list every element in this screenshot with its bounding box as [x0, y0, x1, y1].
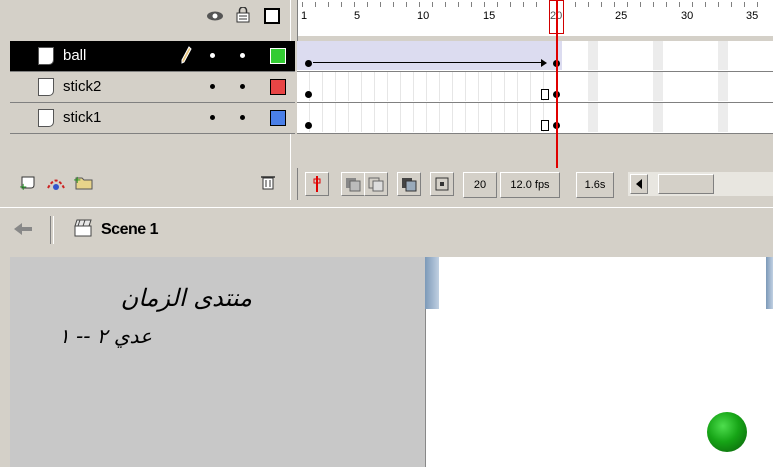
divider — [50, 216, 54, 244]
edit-multiple-frames-button[interactable] — [397, 172, 421, 196]
modify-onion-markers-button[interactable] — [430, 172, 454, 196]
pasteboard-left-edge — [0, 257, 10, 467]
visibility-dot[interactable] — [210, 53, 215, 58]
layer-icon — [38, 78, 54, 96]
keyframe[interactable] — [305, 122, 312, 129]
timeline-horizontal-scrollbar[interactable] — [628, 172, 773, 196]
onion-skin-button[interactable] — [341, 172, 365, 196]
layer-color-swatch[interactable] — [270, 48, 286, 64]
scroll-thumb[interactable] — [658, 174, 714, 194]
motion-tween[interactable] — [297, 41, 562, 70]
current-frame-display: 20 — [463, 172, 497, 198]
back-arrow-icon[interactable] — [12, 220, 34, 241]
delete-layer-icon[interactable] — [260, 174, 276, 193]
layer-row-ball[interactable]: ball — [10, 41, 295, 72]
layer-name: ball — [63, 47, 87, 64]
scene-name[interactable]: Scene 1 — [101, 221, 158, 239]
frame-rate-display[interactable]: 12.0 fps — [500, 172, 560, 198]
frames-row-stick2[interactable] — [297, 72, 773, 103]
lock-icon[interactable] — [236, 6, 250, 23]
frame-ruler[interactable]: 1 5 10 15 20 25 30 35 — [296, 0, 773, 36]
layer-name: stick1 — [63, 109, 102, 126]
frames-row-ball[interactable] — [297, 41, 773, 72]
playhead-line — [556, 0, 558, 168]
end-frame — [541, 89, 549, 100]
lock-dot[interactable] — [240, 53, 245, 58]
scroll-left-button[interactable] — [630, 174, 648, 194]
layer-color-swatch[interactable] — [270, 79, 286, 95]
pencil-icon — [180, 46, 192, 67]
center-frame-button[interactable] — [305, 172, 329, 196]
ball-shape[interactable] — [707, 412, 747, 452]
lock-dot[interactable] — [240, 84, 245, 89]
keyframe[interactable] — [305, 60, 312, 67]
elapsed-time-display: 1.6s — [576, 172, 614, 198]
layer-color-swatch[interactable] — [270, 110, 286, 126]
frames-empty-area — [297, 134, 773, 168]
onion-skin-outlines-button[interactable] — [364, 172, 388, 196]
ruler-label: 1 — [301, 10, 308, 22]
arrow-head — [541, 59, 547, 67]
add-layer-icon[interactable]: + — [18, 173, 40, 194]
keyframe[interactable] — [305, 91, 312, 98]
ruler-label: 30 — [681, 10, 694, 22]
frames-row-stick1[interactable] — [297, 103, 773, 134]
lock-dot[interactable] — [240, 115, 245, 120]
svg-text:+: + — [19, 182, 27, 191]
scene-bar: Scene 1 — [0, 207, 773, 254]
ruler-label: 5 — [354, 10, 361, 22]
layer-row-stick1[interactable]: stick1 — [10, 103, 295, 134]
stick1-shape[interactable] — [425, 257, 439, 309]
eye-icon[interactable] — [206, 10, 224, 22]
static-frames[interactable] — [297, 72, 562, 101]
stage-text-line1: منتدى الزمان — [120, 284, 252, 312]
visibility-dot[interactable] — [210, 115, 215, 120]
tween-arrow — [313, 62, 545, 63]
layer-icon — [38, 109, 54, 127]
ruler-label: 10 — [417, 10, 430, 22]
ruler-label: 25 — [615, 10, 628, 22]
add-motion-guide-icon[interactable] — [44, 173, 68, 194]
ruler-label: 15 — [483, 10, 496, 22]
layers-empty-area — [10, 134, 290, 168]
layer-row-stick2[interactable]: stick2 — [10, 72, 295, 103]
layer-name: stick2 — [63, 78, 102, 95]
svg-text:+: + — [73, 175, 81, 186]
layer-icon — [38, 47, 54, 65]
stick2-shape[interactable] — [766, 257, 773, 309]
stage-text-line2: عدي ٢ -- ١ — [58, 324, 152, 348]
add-folder-icon[interactable]: + — [72, 173, 96, 194]
visibility-dot[interactable] — [210, 84, 215, 89]
ruler-label: 35 — [746, 10, 759, 22]
end-frame — [541, 120, 549, 131]
scene-icon — [72, 217, 94, 242]
static-frames[interactable] — [297, 103, 562, 132]
outline-icon[interactable] — [264, 8, 280, 24]
